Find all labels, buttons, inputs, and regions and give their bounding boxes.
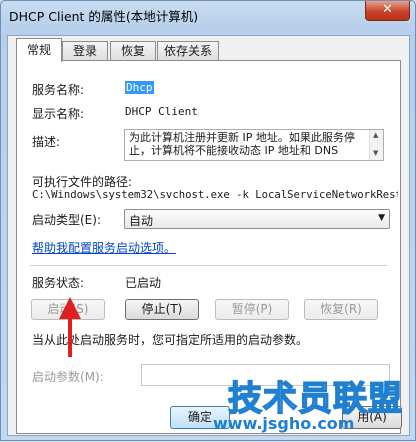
service-name-label: 服务名称:	[32, 83, 85, 97]
watermark-logo-text: 技术员联盟	[227, 378, 403, 420]
resume-button[interactable]: 恢复(R)	[304, 299, 378, 320]
display-name-label: 显示名称:	[32, 107, 85, 121]
exe-path-value[interactable]: C:\Windows\system32\svchost.exe -k Local…	[32, 189, 398, 201]
service-status-value: 已启动	[125, 276, 162, 290]
properties-window: DHCP Client 的属性(本地计算机) ✕ 常规 登录 恢复 依存关系 服…	[0, 0, 416, 441]
divider	[30, 265, 387, 266]
service-status-label: 服务状态:	[32, 276, 85, 290]
startup-type-value: 自动	[129, 214, 154, 228]
start-params-hint: 当从此处启动服务时，您可指定所适用的启动参数。	[32, 333, 309, 347]
chevron-down-icon: ▼	[378, 213, 385, 223]
description-box[interactable]: 为此计算机注册并更新 IP 地址。如果此服务停止，计算机将不能接收动态 IP 地…	[124, 129, 384, 161]
tab-dependencies[interactable]: 依存关系	[157, 41, 219, 61]
startup-type-select[interactable]: 自动 ▼	[124, 209, 390, 229]
display-name-value[interactable]: DHCP Client	[125, 105, 198, 118]
help-configure-link[interactable]: 帮助我配置服务启动选项。	[32, 239, 176, 256]
start-button[interactable]: 启动(S)	[31, 299, 105, 320]
scroll-down-icon[interactable]: ▼	[373, 149, 378, 157]
tab-general[interactable]: 常规	[16, 38, 62, 62]
close-button[interactable]: ✕	[365, 1, 410, 21]
description-label: 描述:	[32, 135, 61, 149]
startup-type-label: 启动类型(E):	[32, 213, 101, 227]
scroll-up-icon[interactable]: ▲	[373, 131, 378, 139]
tab-logon[interactable]: 登录	[62, 41, 108, 61]
description-text: 为此计算机注册并更新 IP 地址。如果此服务停止，计算机将不能接收动态 IP 地…	[129, 131, 355, 157]
description-scrollbar[interactable]: ▲ ▼	[369, 130, 383, 160]
exe-path-label: 可执行文件的路径:	[32, 175, 133, 189]
stop-button[interactable]: 停止(T)	[125, 299, 199, 320]
watermark-url: www.jsgho.com	[213, 414, 355, 433]
tab-recovery[interactable]: 恢复	[110, 41, 156, 61]
pause-button[interactable]: 暂停(P)	[215, 299, 289, 320]
window-title: DHCP Client 的属性(本地计算机)	[9, 9, 199, 24]
start-params-label: 启动参数(M):	[32, 370, 104, 384]
service-name-value[interactable]: Dhcp	[125, 81, 154, 94]
